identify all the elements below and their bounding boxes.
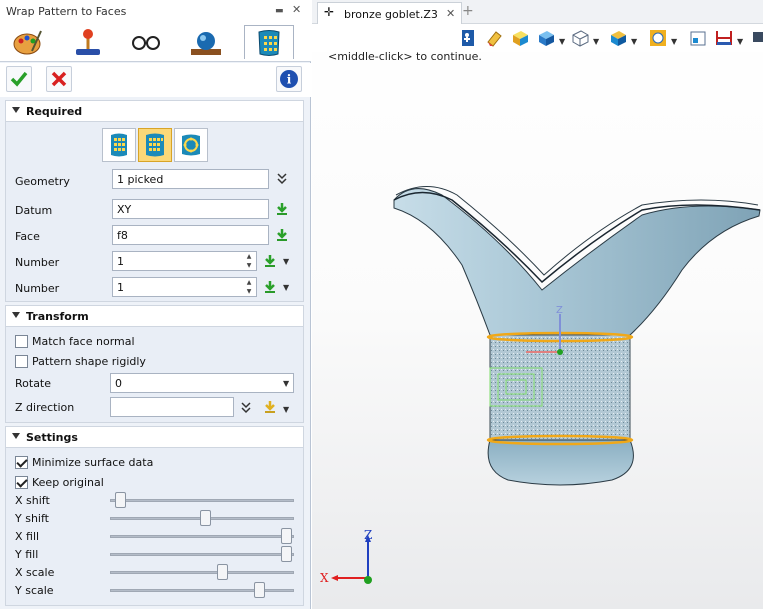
- pin-icon[interactable]: ▬: [275, 6, 284, 16]
- slider-thumb[interactable]: [199, 510, 211, 526]
- slider-track[interactable]: [110, 553, 294, 556]
- dropdown-arrow-icon[interactable]: ▼: [283, 405, 289, 414]
- slider-thumb[interactable]: [281, 528, 293, 544]
- slider-label: Y shift: [15, 512, 49, 525]
- geometry-field[interactable]: 1 picked: [112, 169, 269, 189]
- wrap-pattern-icon: [258, 30, 280, 56]
- zdir-field[interactable]: [110, 397, 234, 417]
- cancel-button[interactable]: [46, 66, 72, 92]
- pick-arrow-icon[interactable]: [263, 254, 277, 268]
- double-chevron-icon[interactable]: [240, 401, 252, 415]
- slider-label: X scale: [15, 566, 55, 579]
- svg-text:i: i: [287, 73, 292, 87]
- number2-spinner[interactable]: ▲ ▼: [244, 278, 254, 296]
- section-transform[interactable]: Transform: [5, 305, 304, 327]
- ribbon-tabs: [0, 22, 311, 62]
- panel-titlebar: Wrap Pattern to Faces ▬ ✕: [0, 0, 311, 22]
- rotate-label: Rotate: [15, 377, 52, 390]
- section-required-label: Required: [26, 105, 83, 118]
- panel-title: Wrap Pattern to Faces: [6, 5, 127, 18]
- slider-track[interactable]: [110, 571, 294, 574]
- minimize-surface-label: Minimize surface data: [32, 456, 154, 469]
- zdir-label: Z direction: [15, 401, 75, 414]
- slider-label: Y fill: [15, 548, 39, 561]
- match-face-normal-label: Match face normal: [32, 335, 135, 348]
- number2-field[interactable]: 1: [112, 277, 257, 297]
- collapse-arrow-icon: [12, 312, 20, 318]
- wrap-mode-group: [102, 128, 210, 162]
- geometry-label: Geometry: [15, 175, 70, 188]
- wrap-mode-1[interactable]: [102, 128, 136, 162]
- info-icon: i: [280, 70, 298, 88]
- ok-button[interactable]: [6, 66, 32, 92]
- pattern-rigid-label: Pattern shape rigidly: [32, 355, 146, 368]
- slider-thumb[interactable]: [217, 564, 229, 580]
- palette-tab[interactable]: [10, 25, 46, 59]
- render-sphere-icon: [191, 32, 221, 55]
- slider-label: X fill: [15, 530, 40, 543]
- slider-thumb[interactable]: [281, 546, 293, 562]
- pattern-flat-icon: [111, 133, 127, 157]
- slider-thumb[interactable]: [253, 582, 265, 598]
- match-face-normal-checkbox[interactable]: [15, 335, 28, 348]
- close-icon[interactable]: ✕: [292, 3, 301, 16]
- pattern-rotate-icon: [182, 134, 200, 156]
- slider-track[interactable]: [110, 589, 294, 592]
- rotate-dropdown-arrow-icon[interactable]: ▼: [283, 379, 289, 388]
- number2-label: Number: [15, 282, 60, 295]
- number1-spinner[interactable]: ▲ ▼: [244, 252, 254, 270]
- slider-label: Y scale: [15, 584, 54, 597]
- section-transform-label: Transform: [26, 310, 89, 323]
- glasses-tab[interactable]: [128, 25, 164, 59]
- slider-thumb[interactable]: [115, 492, 127, 508]
- slider-track[interactable]: [110, 535, 294, 538]
- pattern-wrap-icon: [146, 133, 164, 157]
- joystick-icon: [76, 29, 100, 55]
- number1-label: Number: [15, 256, 60, 269]
- face-label: Face: [15, 230, 40, 243]
- double-chevron-icon[interactable]: [276, 172, 288, 186]
- minimize-surface-checkbox[interactable]: [15, 456, 28, 469]
- dropdown-arrow-icon[interactable]: ▼: [283, 283, 289, 292]
- checkmark-icon: [10, 71, 28, 87]
- cross-icon: [51, 71, 67, 87]
- pattern-rigid-checkbox[interactable]: [15, 355, 28, 368]
- palette-icon: [13, 30, 42, 55]
- glasses-icon: [132, 36, 160, 50]
- dropdown-arrow-icon[interactable]: ▼: [283, 257, 289, 266]
- pick-arrow-icon[interactable]: [263, 280, 277, 294]
- wrap-mode-3[interactable]: [174, 128, 208, 162]
- keep-original-label: Keep original: [32, 476, 104, 489]
- axis-z-label: Z: [364, 528, 372, 542]
- wrap-pattern-tab[interactable]: [244, 25, 294, 59]
- pick-arrow-icon[interactable]: [275, 202, 289, 216]
- goblet-model[interactable]: Z Z X: [312, 0, 763, 609]
- pick-arrow-icon[interactable]: [275, 228, 289, 242]
- slider-label: X shift: [15, 494, 50, 507]
- face-field[interactable]: f8: [112, 225, 269, 245]
- wrap-pattern-panel: Wrap Pattern to Faces ▬ ✕ i Required Geo…: [0, 0, 311, 609]
- collapse-arrow-icon: [12, 433, 20, 439]
- axis-triad: Z X: [320, 528, 372, 585]
- pick-arrow-icon[interactable]: [263, 400, 277, 414]
- gizmo-z-label: Z: [556, 305, 563, 316]
- section-required[interactable]: Required: [5, 100, 304, 122]
- collapse-arrow-icon: [12, 107, 20, 113]
- action-bar: i: [0, 63, 311, 97]
- wrap-mode-2[interactable]: [138, 128, 172, 162]
- rotate-field[interactable]: 0: [110, 373, 294, 393]
- joystick-tab[interactable]: [70, 25, 106, 59]
- viewport[interactable]: ✛ bronze goblet.Z3 ✕ + ▼ ▼ ▼ ▼ ▼ <middle…: [312, 0, 763, 609]
- slider-track[interactable]: [110, 499, 294, 502]
- help-button[interactable]: i: [276, 66, 302, 92]
- number1-field[interactable]: 1: [112, 251, 257, 271]
- keep-original-checkbox[interactable]: [15, 476, 28, 489]
- section-settings[interactable]: Settings: [5, 426, 304, 448]
- datum-label: Datum: [15, 204, 53, 217]
- section-settings-label: Settings: [26, 431, 78, 444]
- axis-x-label: X: [320, 571, 329, 585]
- datum-field[interactable]: XY: [112, 199, 269, 219]
- render-tab[interactable]: [188, 25, 224, 59]
